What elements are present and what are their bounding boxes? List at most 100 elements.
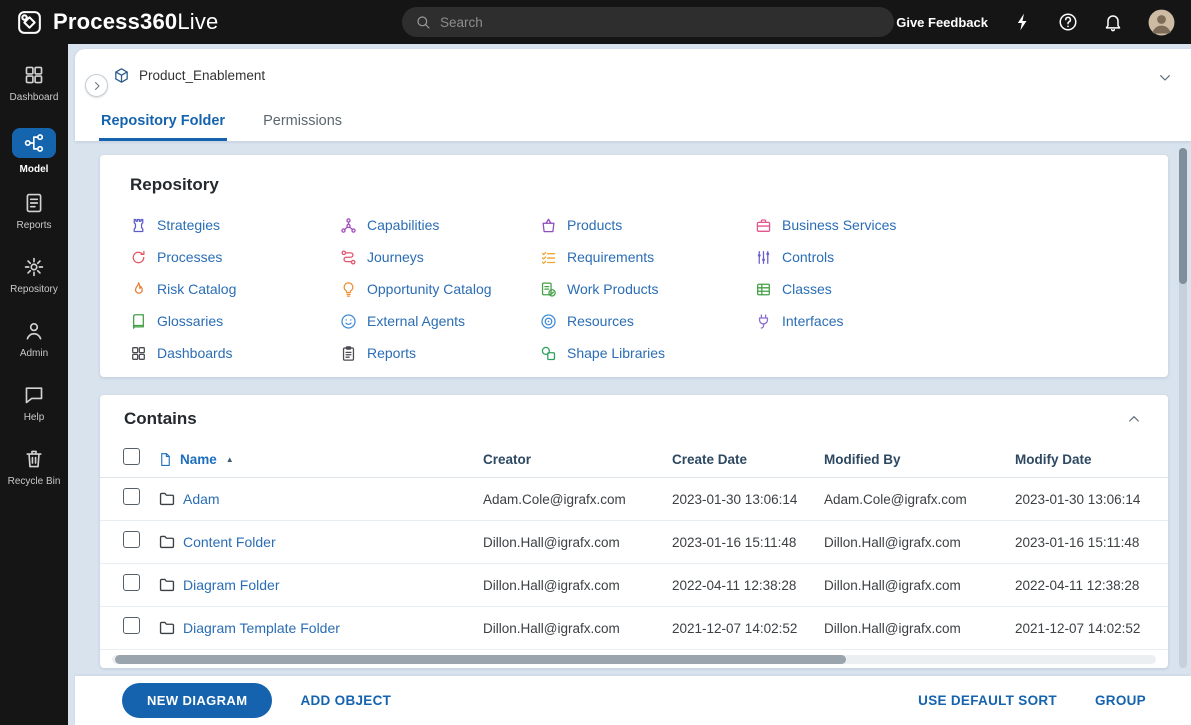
sidebar-item-dashboard[interactable]: Dashboard xyxy=(0,64,68,128)
repo-link-reports[interactable]: Reports xyxy=(340,345,540,362)
repo-link-label: Reports xyxy=(367,345,417,361)
expand-panel-button[interactable] xyxy=(85,74,108,97)
vertical-scrollbar-thumb[interactable] xyxy=(1179,148,1187,284)
help-icon[interactable] xyxy=(1058,12,1078,32)
horizontal-scrollbar[interactable] xyxy=(112,655,1156,664)
repo-link-label: Glossaries xyxy=(157,313,224,329)
search-input[interactable] xyxy=(440,14,881,30)
column-header-creator[interactable]: Creator xyxy=(483,452,672,467)
give-feedback-button[interactable]: Give Feedback xyxy=(896,15,988,30)
repo-link-strategies[interactable]: Strategies xyxy=(130,217,340,234)
main-content: Product_Enablement Repository Folder Perm… xyxy=(68,44,1191,725)
repo-link-interfaces[interactable]: Interfaces xyxy=(755,313,1138,330)
cell-modify-date: 2023-01-16 15:11:48 xyxy=(1015,534,1140,550)
table-header-row: Name ▲ Creator Create Date Modified By Modify… xyxy=(100,441,1168,478)
repo-link-dashboards[interactable]: Dashboards xyxy=(130,345,340,362)
repo-link-label: Interfaces xyxy=(782,313,844,329)
sidebar-item-recycle-bin[interactable]: Recycle Bin xyxy=(0,448,68,512)
top-header: Process360Live Give Feedback xyxy=(0,0,1191,44)
repo-link-label: Capabilities xyxy=(367,217,440,233)
repo-link-classes[interactable]: Classes xyxy=(755,281,1138,298)
group-button[interactable]: GROUP xyxy=(1095,693,1146,708)
sidebar-item-model[interactable]: Model xyxy=(0,128,68,192)
new-diagram-button[interactable]: NEW DIAGRAM xyxy=(122,683,273,718)
admin-icon xyxy=(23,320,45,342)
table-row[interactable]: Diagram Template Folder Dillon.Hall@igraf… xyxy=(100,607,1168,650)
vertical-scrollbar[interactable] xyxy=(1179,148,1187,668)
recycle-bin-icon xyxy=(23,448,45,470)
row-checkbox[interactable] xyxy=(123,531,140,548)
tab-permissions[interactable]: Permissions xyxy=(261,113,344,141)
file-icon xyxy=(158,452,173,467)
sidebar-item-label: Reports xyxy=(16,220,52,231)
lightning-icon[interactable] xyxy=(1013,12,1033,32)
add-object-button[interactable]: ADD OBJECT xyxy=(300,693,391,708)
repo-link-business-services[interactable]: Business Services xyxy=(755,217,1138,234)
chevron-right-icon xyxy=(91,80,103,92)
repo-link-products[interactable]: Products xyxy=(540,217,755,234)
repo-link-journeys[interactable]: Journeys xyxy=(340,249,540,266)
sidebar-item-repository[interactable]: Repository xyxy=(0,256,68,320)
repo-link-external-agents[interactable]: External Agents xyxy=(340,313,540,330)
repo-link-glossaries[interactable]: Glossaries xyxy=(130,313,340,330)
dashboard-icon xyxy=(23,64,45,86)
sidebar-item-admin[interactable]: Admin xyxy=(0,320,68,384)
folder-link[interactable]: Diagram Template Folder xyxy=(183,620,340,636)
notifications-bell-icon[interactable] xyxy=(1103,12,1123,32)
glossaries-icon xyxy=(130,313,147,330)
repo-link-controls[interactable]: Controls xyxy=(755,249,1138,266)
collapse-header-chevron-icon[interactable] xyxy=(1157,70,1173,86)
app-logo[interactable]: Process360Live xyxy=(16,9,219,36)
sidebar-item-label: Admin xyxy=(19,348,49,359)
collapse-contains-chevron-icon[interactable] xyxy=(1126,411,1142,427)
repo-link-work-products[interactable]: Work Products xyxy=(540,281,755,298)
shape-libraries-icon xyxy=(540,345,557,362)
repo-link-capabilities[interactable]: Capabilities xyxy=(340,217,540,234)
repository-links-grid: Strategies Processes Risk Catalog Glossarie… xyxy=(130,209,1138,369)
row-checkbox[interactable] xyxy=(123,574,140,591)
folder-icon xyxy=(158,619,176,637)
repo-link-shape-libraries[interactable]: Shape Libraries xyxy=(540,345,755,362)
column-header-modified-by[interactable]: Modified By xyxy=(824,452,1015,467)
repo-link-label: Journeys xyxy=(367,249,424,265)
breadcrumb: Product_Enablement xyxy=(75,49,1191,84)
column-header-name[interactable]: Name ▲ xyxy=(158,452,483,467)
repo-link-processes[interactable]: Processes xyxy=(130,249,340,266)
table-row[interactable]: Content Folder Dillon.Hall@igrafx.com 2023… xyxy=(100,521,1168,564)
row-checkbox[interactable] xyxy=(123,617,140,634)
use-default-sort-button[interactable]: USE DEFAULT SORT xyxy=(918,693,1057,708)
tab-bar: Repository Folder Permissions xyxy=(99,113,344,141)
repo-link-resources[interactable]: Resources xyxy=(540,313,755,330)
model-icon xyxy=(12,128,56,158)
cell-modify-date: 2022-04-11 12:38:28 xyxy=(1015,577,1140,593)
column-header-create-date[interactable]: Create Date xyxy=(672,452,824,467)
user-avatar[interactable] xyxy=(1148,9,1175,36)
cell-creator: Adam.Cole@igrafx.com xyxy=(483,491,626,507)
repository-title: Repository xyxy=(130,175,219,194)
search-icon xyxy=(415,14,431,30)
contains-card: Contains Name ▲ Creator Create Date Modified… xyxy=(100,395,1168,668)
column-header-modify-date[interactable]: Modify Date xyxy=(1015,452,1168,467)
select-all-checkbox[interactable] xyxy=(123,448,140,465)
repo-link-risk-catalog[interactable]: Risk Catalog xyxy=(130,281,340,298)
repo-link-opportunity-catalog[interactable]: Opportunity Catalog xyxy=(340,281,540,298)
table-row[interactable]: Adam Adam.Cole@igrafx.com 2023-01-30 13:06… xyxy=(100,478,1168,521)
repo-link-label: Processes xyxy=(157,249,223,265)
repo-link-label: Opportunity Catalog xyxy=(367,281,492,297)
repo-link-label: Work Products xyxy=(567,281,659,297)
row-checkbox[interactable] xyxy=(123,488,140,505)
sidebar-item-help[interactable]: Help xyxy=(0,384,68,448)
repo-link-label: Risk Catalog xyxy=(157,281,237,297)
footer-toolbar: NEW DIAGRAM ADD OBJECT USE DEFAULT SORT … xyxy=(75,676,1191,725)
sort-ascending-icon: ▲ xyxy=(225,454,234,464)
tab-repository-folder[interactable]: Repository Folder xyxy=(99,113,228,141)
sidebar-item-reports[interactable]: Reports xyxy=(0,192,68,256)
folder-link[interactable]: Adam xyxy=(183,491,220,507)
table-row[interactable]: Diagram Folder Dillon.Hall@igrafx.com 2022… xyxy=(100,564,1168,607)
repo-link-requirements[interactable]: Requirements xyxy=(540,249,755,266)
cell-creator: Dillon.Hall@igrafx.com xyxy=(483,620,620,636)
folder-link[interactable]: Diagram Folder xyxy=(183,577,279,593)
folder-link[interactable]: Content Folder xyxy=(183,534,276,550)
horizontal-scrollbar-thumb[interactable] xyxy=(115,655,846,664)
app-title: Process360Live xyxy=(53,9,219,34)
